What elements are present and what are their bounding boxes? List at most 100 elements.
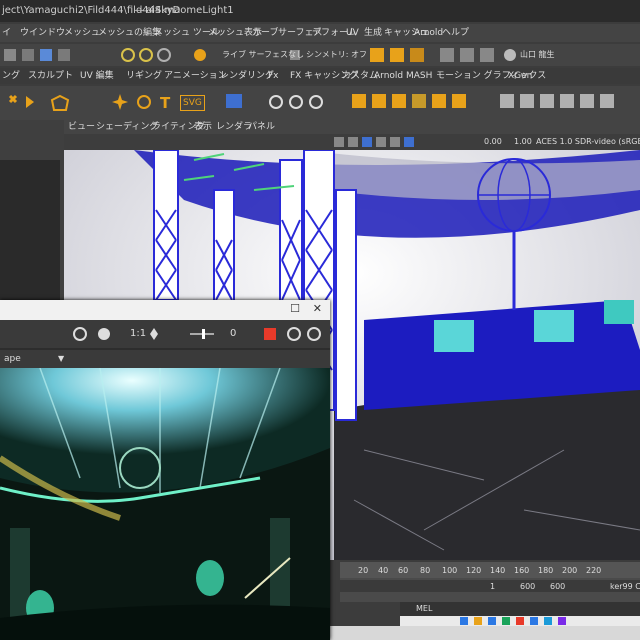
viewport-menu-view[interactable]: ビュー <box>68 120 95 134</box>
taskbar-app-icon-5 <box>516 617 524 625</box>
menu-item-edit-mesh[interactable]: メッシュの編集 <box>98 24 161 42</box>
title-separator: — <box>134 5 144 16</box>
column-5 <box>335 189 357 421</box>
render-view-titlebar[interactable]: ✕ ☐ <box>0 300 330 320</box>
polygon-icon <box>50 94 70 111</box>
custom-shelf-icon-1 <box>352 94 366 108</box>
menu-item-generate[interactable]: 生成 <box>364 24 382 42</box>
gamma-value[interactable]: 1.00 <box>514 134 532 150</box>
hypershade-icon <box>440 48 454 62</box>
selected-object-label: aiSkyDomeLight1 <box>146 5 234 16</box>
arrow-icon <box>26 96 34 108</box>
snapshot-icon <box>307 327 321 341</box>
timeline-tick-40: 40 <box>378 566 389 575</box>
windows-taskbar <box>400 616 640 626</box>
timeline-tick-120: 120 <box>466 566 482 575</box>
range-end-field[interactable]: 600 <box>520 582 535 591</box>
menu-item-arnold[interactable]: Arnold <box>414 24 443 42</box>
shelf-tab-fx[interactable]: Fx <box>268 68 279 84</box>
menu-item-window[interactable]: ウインドウ <box>20 24 65 42</box>
camera-label: ape <box>4 354 21 364</box>
spiral-icon <box>137 95 151 109</box>
range-start-field[interactable]: 1 <box>490 582 495 591</box>
shelf-tab-uv-edit[interactable]: UV 編集 <box>80 68 114 84</box>
menu-item-uv[interactable]: UV <box>346 24 359 42</box>
stop-render-icon <box>264 328 276 340</box>
menu-item-help[interactable]: ヘルプ <box>442 24 469 42</box>
menu-item[interactable]: イ <box>2 24 11 42</box>
command-line[interactable]: MEL <box>400 602 640 616</box>
text-tool-icon[interactable]: T <box>160 94 170 112</box>
zoom-ratio-label[interactable]: 1:1 <box>130 320 146 348</box>
snap-curve-icon <box>121 48 135 62</box>
timeline-tick-100: 100 <box>442 566 458 575</box>
shelf-tab-custom[interactable]: カスタム <box>342 68 378 84</box>
shelf-tab-rigging[interactable]: リギング <box>126 68 162 84</box>
maximize-icon[interactable]: ☐ <box>290 302 300 315</box>
outliner-panel[interactable] <box>0 160 60 300</box>
snap-point-icon <box>139 48 153 62</box>
lights-icon <box>376 137 386 147</box>
smooth-shade-icon <box>348 137 358 147</box>
close-icon[interactable]: ✕ <box>313 302 322 315</box>
shelf-tabs: ング スカルプト UV 編集 リギング アニメーション レンダリング Fx FX… <box>0 68 640 84</box>
timeline-tick-160: 160 <box>514 566 530 575</box>
custom-shelf-icon-3 <box>392 94 406 108</box>
timeline[interactable]: 20 40 60 80 100 120 140 160 180 200 220 … <box>340 562 640 602</box>
exposure-field[interactable]: 0 <box>230 320 236 348</box>
render-view-window[interactable]: ✕ ☐ 1:1 0 ape ▼ <box>0 300 330 640</box>
custom-shelf-icon-2 <box>372 94 386 108</box>
main-menu-bar: イ ウインドウ メッシュ メッシュの編集 メッシュ ツール メッシュ表示 カーブ… <box>0 24 640 42</box>
stage-screen-left <box>434 320 474 352</box>
shelf-tab-rendering[interactable]: レンダリング <box>220 68 274 84</box>
custom-shelf-icon-10 <box>560 94 574 108</box>
shelf-tab-modeling[interactable]: ング <box>2 68 20 84</box>
magnet-icon <box>194 49 206 61</box>
custom-shelf-icon-6 <box>452 94 466 108</box>
custom-shelf-icon-4 <box>412 94 426 108</box>
svg-tool-icon[interactable]: SVG <box>180 95 205 111</box>
timeline-tick-20: 20 <box>358 566 369 575</box>
timeline-tick-140: 140 <box>490 566 506 575</box>
shelf-tab-animation[interactable]: アニメーション <box>164 68 227 84</box>
menu-item-mesh[interactable]: メッシュ <box>64 24 100 42</box>
shelf-icon-row <box>8 94 614 111</box>
refresh-icon <box>287 327 301 341</box>
select-tool-icon <box>4 49 16 61</box>
render-frame-icon <box>370 48 384 62</box>
snap-view-icon <box>157 48 171 62</box>
taskbar-app-icon-3 <box>488 617 496 625</box>
timeline-tick-220: 220 <box>586 566 602 575</box>
live-surface-label[interactable]: ライブ サーフェスなし <box>222 47 304 63</box>
symmetry-label[interactable]: シンメトリ: オフ <box>306 47 367 63</box>
camera-selector[interactable]: ape ▼ <box>0 350 330 368</box>
glowing-orb-1 <box>196 560 224 596</box>
current-frame-field[interactable]: 600 <box>550 582 565 591</box>
shelf-tab-sculpt[interactable]: スカルプト <box>28 68 73 84</box>
taskbar-app-icon-7 <box>544 617 552 625</box>
render-image <box>0 368 330 640</box>
stage-screen-far <box>604 300 634 324</box>
viewport-menu-panels[interactable]: パネル <box>248 120 275 134</box>
shelf-tab-mash[interactable]: MASH <box>406 68 432 84</box>
user-name-label[interactable]: 山口 龍生 <box>520 47 555 63</box>
field-icon <box>309 95 323 109</box>
render-view-icon <box>460 48 474 62</box>
exposure-value[interactable]: 0.00 <box>484 134 502 150</box>
menu-item-curves[interactable]: カーブ <box>252 24 278 42</box>
chevron-down-icon[interactable]: ▼ <box>58 350 64 368</box>
taskbar-app-icon-4 <box>502 617 510 625</box>
viewport-menu-shading[interactable]: シェーディング <box>96 120 158 134</box>
viewport-menu-show[interactable]: 表示 <box>194 120 212 134</box>
frame-rate-label[interactable]: ker99 Cm <box>610 582 640 591</box>
status-line: ライブ サーフェスなし シンメトリ: オフ 山口 龍生 <box>0 44 640 66</box>
wireframe-toggle-icon <box>334 137 344 147</box>
shelf-tab-xgen[interactable]: XGen <box>508 68 532 84</box>
colorspace-label[interactable]: ACES 1.0 SDR-video (sRGB) <box>536 134 640 150</box>
taskbar-icons <box>460 617 566 625</box>
shadows-icon <box>390 137 400 147</box>
shelf-tab-arnold[interactable]: Arnold <box>374 68 403 84</box>
maya-window: ject\Yamaguchi2\Fild444\fild444.ma — aiS… <box>0 0 640 640</box>
custom-shelf-icon-12 <box>600 94 614 108</box>
viewport-menu-renderer[interactable]: レンダラ <box>216 120 252 134</box>
